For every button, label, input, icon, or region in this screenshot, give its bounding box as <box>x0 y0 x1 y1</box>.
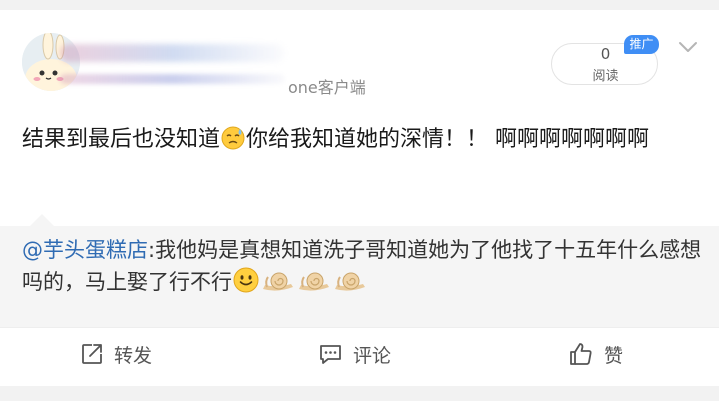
like-label: 赞 <box>604 344 624 367</box>
share-button[interactable]: 转发 <box>80 340 152 368</box>
username-redacted[interactable] <box>60 44 285 62</box>
bottom-separator <box>0 386 719 401</box>
action-divider <box>0 327 719 328</box>
post-meta-redacted <box>60 74 285 84</box>
snail-emoji-icon <box>263 272 293 291</box>
comment-button[interactable]: 评论 <box>318 340 391 368</box>
post-source: one客户端 <box>288 78 366 97</box>
comment-icon <box>320 345 341 364</box>
smile-face-emoji-icon <box>233 267 259 293</box>
snail-emoji-icon <box>299 272 329 291</box>
sweat-face-emoji-icon <box>221 126 245 150</box>
repost-mention-link[interactable]: @芋头蛋糕店 <box>22 238 148 262</box>
read-label: 阅读 <box>592 69 619 84</box>
post-text-part1: 结果到最后也没知道 <box>22 127 221 152</box>
post-text: 结果到最后也没知道 你给我知道她的深情！！ 啊啊啊啊啊啊啊 <box>22 124 697 155</box>
top-separator <box>0 0 719 10</box>
weibo-post-card: one客户端 0 阅读 推广 结果到最后也没知道 你给我知道她的深情！！ 啊啊啊… <box>0 0 719 401</box>
post-text-part2: 你给我知道她的深情！！ 啊啊啊啊啊啊啊 <box>246 127 650 152</box>
thumbs-up-icon <box>570 343 592 365</box>
share-icon <box>82 344 102 364</box>
promo-badge: 推广 <box>624 35 659 54</box>
snail-emoji-icon <box>335 272 365 291</box>
comment-label: 评论 <box>353 344 392 367</box>
like-button[interactable]: 赞 <box>568 340 623 368</box>
repost-notch <box>30 214 54 226</box>
chevron-down-icon[interactable] <box>678 40 698 54</box>
repost-text: @芋头蛋糕店:我他妈是真想知道洗子哥知道她为了他找了十五年什么感想吗的，马上娶了… <box>22 234 702 298</box>
share-label: 转发 <box>114 344 153 367</box>
